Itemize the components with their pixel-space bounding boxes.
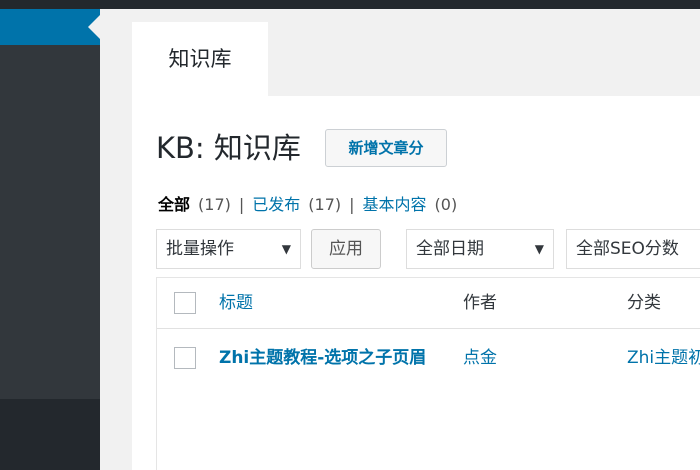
sidebar-active-item[interactable] (0, 9, 100, 45)
view-published-link[interactable]: 已发布 (252, 195, 300, 214)
admin-sidebar (0, 9, 100, 470)
bulk-actions-value: 批量操作 (166, 239, 234, 259)
row-author-link[interactable]: 点金 (463, 345, 497, 371)
view-all-count: (17) (198, 195, 231, 214)
date-filter-select[interactable]: 全部日期 ▼ (406, 229, 554, 269)
view-separator: | (238, 195, 245, 214)
seo-filter-select[interactable]: 全部SEO分数 (566, 229, 700, 269)
bulk-actions-select[interactable]: 批量操作 ▼ (156, 229, 301, 269)
sidebar-lower-section (0, 399, 100, 470)
view-basic-link[interactable]: 基本内容 (363, 195, 427, 214)
page-title: KB: 知识库 (156, 131, 301, 165)
chevron-down-icon: ▼ (281, 242, 291, 256)
sidebar-active-arrow (88, 15, 100, 39)
row-checkbox[interactable] (174, 347, 196, 369)
row-title-link[interactable]: Zhi主题教程-选项之子页眉 (219, 345, 439, 371)
view-basic-count: (0) (434, 195, 458, 214)
tab-knowledge-base[interactable]: 知识库 (132, 22, 268, 96)
table-header: 标题 作者 分类 (157, 278, 700, 329)
view-filters: 全部 (17) | 已发布 (17) | 基本内容 (0) (158, 193, 457, 217)
view-separator: | (349, 195, 355, 214)
seo-filter-value: 全部SEO分数 (576, 239, 679, 259)
view-all-link[interactable]: 全部 (158, 195, 190, 214)
view-published-count: (17) (308, 195, 342, 214)
posts-table: 标题 作者 分类 Zhi主题教程-选项之子页眉 点金 Zhi主题初 (156, 277, 700, 470)
column-title[interactable]: 标题 (219, 292, 253, 314)
column-category: 分类 (627, 293, 661, 313)
chevron-down-icon: ▼ (534, 242, 544, 256)
column-author: 作者 (463, 293, 497, 313)
add-new-button[interactable]: 新增文章分 (325, 129, 447, 167)
admin-bar (0, 0, 700, 9)
apply-button[interactable]: 应用 (311, 229, 381, 269)
select-all-checkbox[interactable] (174, 292, 196, 314)
row-category-link[interactable]: Zhi主题初 (627, 345, 700, 371)
date-filter-value: 全部日期 (416, 239, 484, 259)
